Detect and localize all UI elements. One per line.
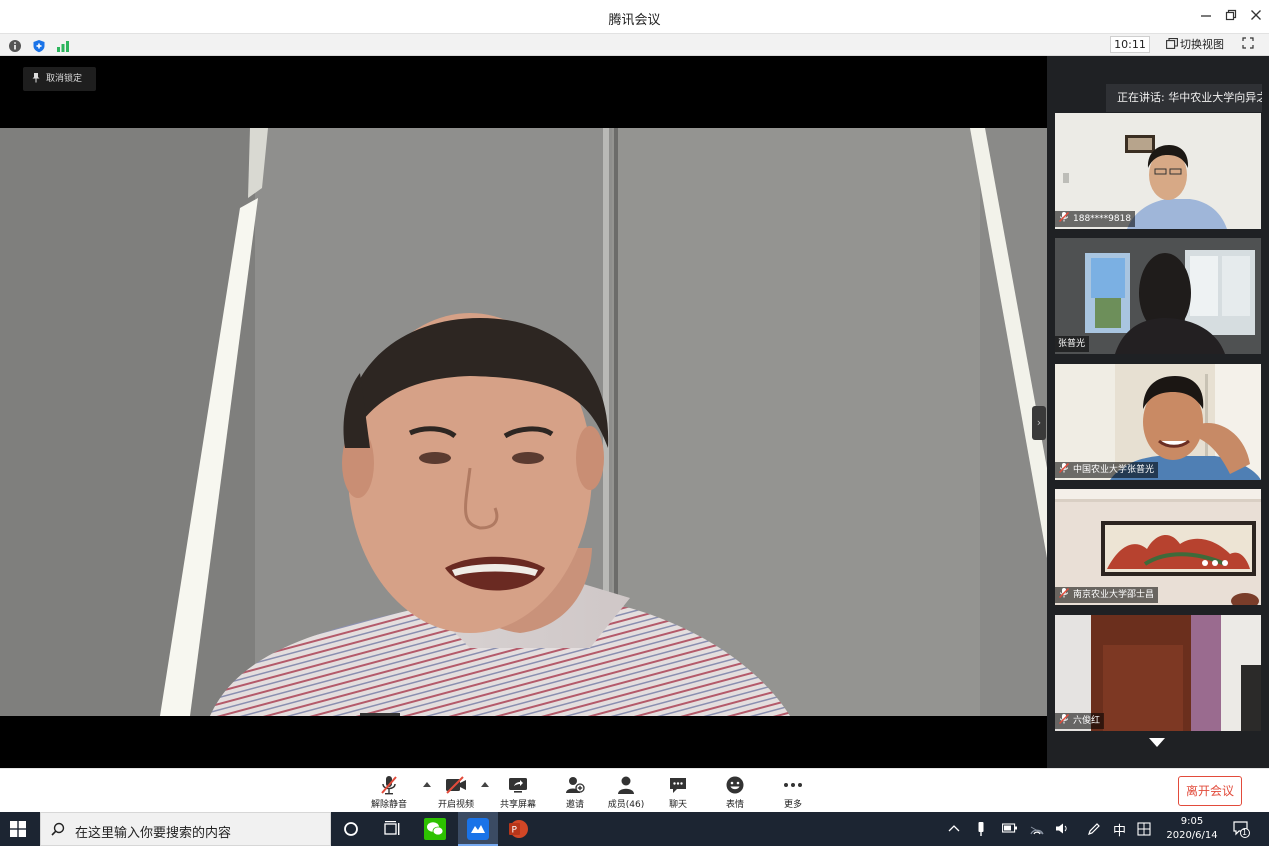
unlock-pin-button[interactable]: 取消锁定 (23, 67, 96, 91)
participant-tile[interactable]: 中国农业大学张普光 (1055, 364, 1261, 480)
cortana-icon[interactable] (340, 818, 362, 840)
reactions-button[interactable]: 表情 (707, 775, 763, 810)
usb-device-icon[interactable] (976, 821, 986, 837)
action-center-button[interactable]: 1 (1232, 820, 1250, 838)
start-video-label: 开启视频 (437, 800, 474, 810)
battery-icon[interactable] (1002, 823, 1018, 833)
scroll-down-arrow-icon[interactable] (1149, 738, 1165, 747)
ime-mode-icon[interactable] (1137, 822, 1151, 836)
participant-name-label: 六俊红 (1055, 713, 1105, 729)
notification-count: 1 (1242, 828, 1248, 837)
participant-tile[interactable]: 188****9818 (1055, 113, 1261, 229)
volume-icon[interactable] (1055, 822, 1069, 835)
chat-button[interactable]: 聊天 (650, 775, 706, 810)
more-button[interactable]: 更多 (765, 775, 821, 810)
windows-start-icon[interactable] (10, 821, 26, 837)
mic-muted-icon (1058, 211, 1070, 223)
participant-name: 中国农业大学张普光 (1073, 465, 1155, 475)
meeting-clock: 10:11 (1110, 36, 1150, 53)
powerpoint-icon[interactable]: P (507, 818, 529, 840)
leave-meeting-button[interactable]: 离开会议 (1178, 776, 1242, 806)
participant-name-label: 中国农业大学张普光 (1055, 462, 1159, 478)
search-placeholder: 在这里输入你要搜索的内容 (75, 826, 232, 841)
signal-strength-icon[interactable] (56, 38, 70, 52)
mic-muted-icon (1058, 713, 1070, 725)
participant-name-label: 南京农业大学邵士昌 (1055, 587, 1159, 603)
tencent-meeting-icon (467, 818, 489, 840)
members-button[interactable]: 成员(46) (598, 775, 654, 810)
unmute-button[interactable]: 解除静音 (361, 775, 417, 810)
unlock-label: 取消锁定 (46, 74, 83, 84)
share-screen-label: 共享屏幕 (499, 800, 536, 810)
collapse-sidebar-handle[interactable]: › (1032, 406, 1046, 440)
mic-muted-icon (1058, 587, 1070, 599)
smiley-icon (726, 776, 744, 794)
info-icon[interactable] (8, 38, 22, 52)
taskbar-search-box[interactable]: 在这里输入你要搜索的内容 (40, 812, 331, 846)
user-icon (618, 776, 634, 794)
unmute-label: 解除静音 (370, 800, 407, 810)
participant-name: 188****9818 (1073, 214, 1132, 224)
participant-name: 南京农业大学邵士昌 (1073, 590, 1155, 600)
more-dots-icon (784, 783, 802, 787)
chat-label: 聊天 (668, 800, 687, 810)
chat-bubble-icon (670, 778, 686, 793)
video-options-caret-icon[interactable] (481, 782, 489, 787)
restore-icon[interactable] (1221, 7, 1241, 27)
close-icon[interactable] (1246, 7, 1266, 27)
ime-language-indicator[interactable]: 中 (1113, 820, 1126, 839)
camera-off-icon (446, 776, 466, 794)
system-date: 2020/6/14 (1166, 830, 1218, 841)
participant-name: 六俊红 (1073, 716, 1101, 726)
meeting-control-bar: 解除静音 开启视频 共享屏幕 邀请 成员(46) 聊天 表情 更多 离开会议 (0, 768, 1269, 812)
switch-view-button[interactable]: 切换视图 (1166, 37, 1224, 53)
participant-name-label: 188****9818 (1055, 211, 1136, 227)
task-view-icon[interactable] (381, 818, 403, 840)
participant-name: 张普光 (1058, 339, 1086, 349)
more-label: 更多 (783, 800, 802, 810)
start-video-button[interactable]: 开启视频 (428, 775, 484, 810)
wifi-icon[interactable] (1030, 822, 1044, 835)
fullscreen-icon[interactable] (1242, 37, 1254, 52)
reactions-label: 表情 (725, 800, 744, 810)
title-bar: 腾讯会议 (0, 0, 1269, 34)
add-user-icon (566, 777, 585, 793)
current-speaker-banner: 正在讲话: 华中农业大学向异之; (1106, 84, 1262, 112)
minimize-icon[interactable] (1196, 7, 1216, 27)
windows-taskbar: 在这里输入你要搜索的内容 P 中 9:05 2020/6/14 1 (0, 812, 1269, 846)
wechat-icon[interactable] (424, 818, 446, 840)
main-stage: 取消锁定 (0, 56, 1047, 768)
meeting-info-bar: 10:11 切换视图 (0, 34, 1269, 56)
search-icon (51, 822, 65, 836)
chevron-up-icon[interactable] (948, 823, 960, 833)
switch-view-icon (1166, 38, 1178, 49)
switch-view-label: 切换视图 (1180, 38, 1224, 51)
speaker-video-frame (0, 128, 1047, 716)
members-label: 成员(46) (607, 800, 645, 810)
participant-name-label: 张普光 (1055, 336, 1090, 352)
system-clock[interactable]: 9:05 2020/6/14 (1163, 815, 1221, 843)
invite-button[interactable]: 邀请 (547, 775, 603, 810)
share-screen-button[interactable]: 共享屏幕 (490, 775, 546, 810)
invite-label: 邀请 (565, 800, 584, 810)
system-time: 9:05 (1180, 816, 1204, 827)
tencent-meeting-taskbar-item[interactable] (458, 812, 498, 846)
mic-off-icon (381, 776, 397, 795)
participant-tile[interactable]: 六俊红 (1055, 615, 1261, 731)
svg-text:P: P (512, 826, 518, 836)
participant-tile[interactable]: 张普光 (1055, 238, 1261, 354)
pen-ink-icon[interactable] (1087, 822, 1101, 836)
security-shield-icon[interactable] (32, 38, 46, 53)
pin-icon (32, 73, 40, 83)
main-speaker-video[interactable] (0, 128, 1047, 716)
window-title: 腾讯会议 (608, 13, 661, 28)
notification-icon (1233, 821, 1250, 838)
mic-muted-icon (1058, 462, 1070, 474)
participant-tile[interactable]: 南京农业大学邵士昌 (1055, 489, 1261, 605)
share-screen-icon (509, 778, 527, 793)
